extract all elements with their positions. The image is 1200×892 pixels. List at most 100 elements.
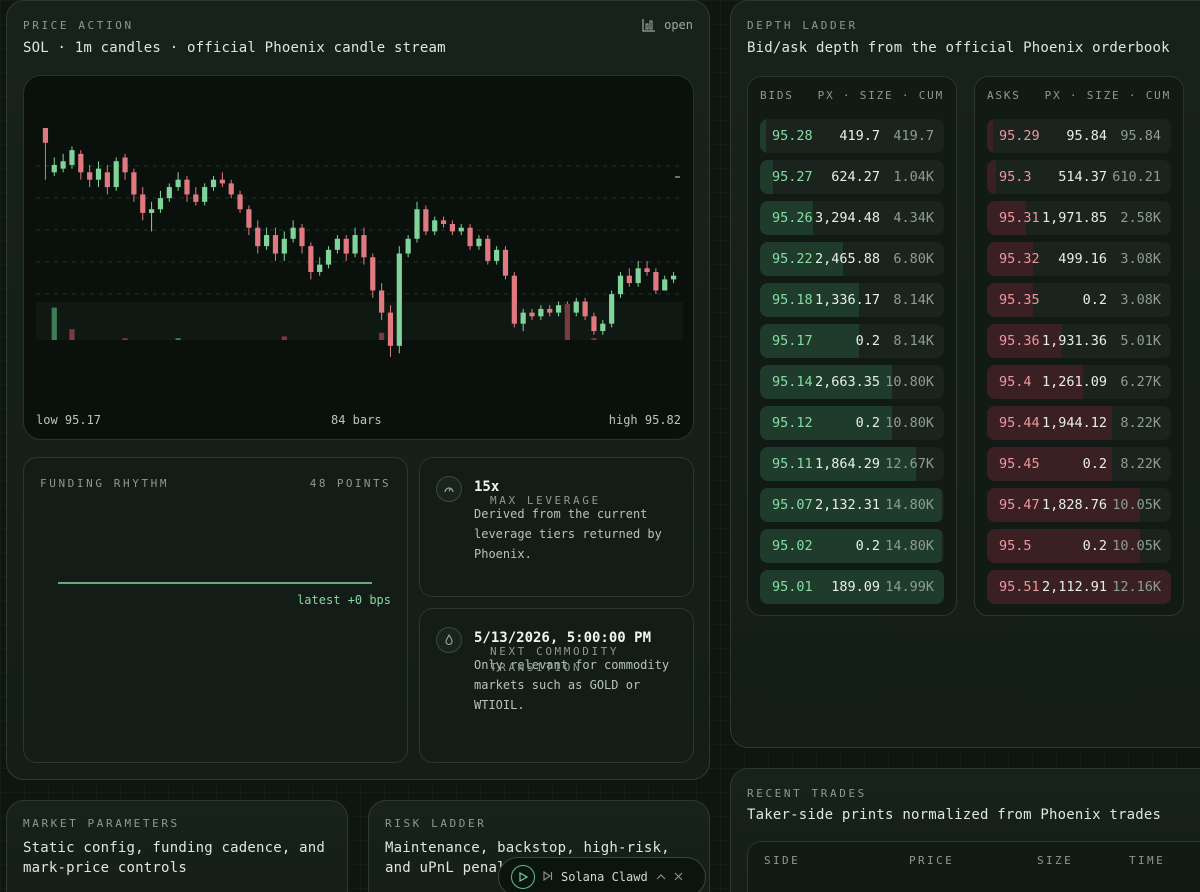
trades-eyebrow: RECENT TRADES xyxy=(747,787,867,800)
bid-cum: 4.34K xyxy=(893,210,934,226)
bid-price: 95.27 xyxy=(772,169,813,185)
recent-trades-panel: RECENT TRADES Taker-side prints normaliz… xyxy=(730,768,1200,892)
ask-size: 1,944.12 xyxy=(1041,415,1107,431)
ask-row[interactable]: 95.45 8.22K 0.2 xyxy=(987,447,1171,481)
candle xyxy=(396,246,402,354)
ask-price: 95.31 xyxy=(999,210,1040,226)
bids-header-label: BIDS xyxy=(760,89,794,102)
bid-size: 2,465.88 xyxy=(814,251,880,267)
next-track-icon[interactable] xyxy=(543,870,553,884)
candle xyxy=(228,179,234,199)
ask-row[interactable]: 95.29 95.84 95.84 xyxy=(987,119,1171,153)
bid-row[interactable]: 95.27 1.04K 624.27 xyxy=(760,160,944,194)
volume-bar xyxy=(122,338,128,340)
bid-row[interactable]: 95.26 4.34K 3,294.48 xyxy=(760,201,944,235)
ask-price: 95.4 xyxy=(999,374,1032,390)
bid-cum: 419.7 xyxy=(893,128,934,144)
candle xyxy=(166,183,172,202)
ask-price: 95.5 xyxy=(999,538,1032,554)
play-icon xyxy=(519,872,528,882)
bid-row[interactable]: 95.22 6.80K 2,465.88 xyxy=(760,242,944,276)
flame-icon xyxy=(436,627,462,653)
ask-price: 95.47 xyxy=(999,497,1040,513)
params-subtitle: Static config, funding cadence, and mark… xyxy=(23,840,326,876)
bid-depth-fill xyxy=(760,119,766,153)
risk-eyebrow: RISK LADDER xyxy=(385,817,487,830)
ask-cum: 95.84 xyxy=(1120,128,1161,144)
ask-row[interactable]: 95.47 10.05K 1,828.76 xyxy=(987,488,1171,522)
ask-size: 1,828.76 xyxy=(1041,497,1107,513)
ask-cum: 6.27K xyxy=(1120,374,1161,390)
ask-row[interactable]: 95.31 2.58K 1,971.85 xyxy=(987,201,1171,235)
volume-bar xyxy=(591,338,597,340)
candle xyxy=(87,164,93,188)
ask-cum: 10.05K xyxy=(1112,497,1161,513)
candle xyxy=(281,231,287,261)
bid-row[interactable]: 95.17 8.14K 0.2 xyxy=(760,324,944,358)
ask-row[interactable]: 95.35 3.08K 0.2 xyxy=(987,283,1171,317)
chevron-up-icon[interactable] xyxy=(656,871,666,884)
bid-row[interactable]: 95.11 12.67K 1,864.29 xyxy=(760,447,944,481)
player-title: Solana Clawd xyxy=(561,870,648,884)
bid-row[interactable]: 95.12 10.80K 0.2 xyxy=(760,406,944,440)
bid-size: 624.27 xyxy=(831,169,880,185)
candle xyxy=(184,176,190,202)
ask-size: 95.84 xyxy=(1066,128,1107,144)
candle xyxy=(432,216,438,236)
ask-size: 514.37 xyxy=(1058,169,1107,185)
play-button[interactable] xyxy=(511,865,535,889)
asks-rows: 95.29 95.84 95.84 95.3 610.21 514.37 95.31 2.58… xyxy=(987,119,1171,611)
ask-size: 2,112.91 xyxy=(1041,579,1107,595)
trades-subtitle: Taker-side prints normalized from Phoeni… xyxy=(747,807,1162,823)
candle xyxy=(246,205,252,236)
chart-bars-label: 84 bars xyxy=(331,413,382,427)
ask-cum: 8.22K xyxy=(1120,415,1161,431)
ask-cum: 10.05K xyxy=(1112,538,1161,554)
max-leverage-card: MAX LEVERAGE 15x Derived from the curren… xyxy=(419,457,694,597)
candle xyxy=(662,275,668,291)
ask-cum: 2.58K xyxy=(1120,210,1161,226)
bid-cum: 12.67K xyxy=(885,456,934,472)
close-icon[interactable] xyxy=(674,871,683,884)
candle xyxy=(511,272,517,328)
ask-size: 0.2 xyxy=(1082,292,1107,308)
bid-row[interactable]: 95.02 14.80K 0.2 xyxy=(760,529,944,563)
ask-row[interactable]: 95.44 8.22K 1,944.12 xyxy=(987,406,1171,440)
candle xyxy=(361,227,367,265)
bid-row[interactable]: 95.28 419.7 419.7 xyxy=(760,119,944,153)
candle xyxy=(617,272,624,298)
ask-row[interactable]: 95.3 610.21 514.37 xyxy=(987,160,1171,194)
candle xyxy=(467,224,473,250)
candle xyxy=(334,235,340,254)
price-action-panel: PRICE ACTION SOL · 1m candles · official… xyxy=(6,0,710,780)
candle-chart[interactable]: low 95.17 84 bars high 95.82 xyxy=(23,75,694,440)
ask-row[interactable]: 95.51 12.16K 2,112.91 xyxy=(987,570,1171,604)
candle xyxy=(449,220,455,236)
open-chart-button[interactable]: open xyxy=(642,18,693,32)
candle xyxy=(95,161,102,188)
depth-ladder-panel: DEPTH LADDER Bid/ask depth from the offi… xyxy=(730,0,1200,748)
bid-price: 95.11 xyxy=(772,456,813,472)
candle xyxy=(458,224,464,236)
bid-row[interactable]: 95.01 14.99K 189.09 xyxy=(760,570,944,604)
bid-cum: 14.99K xyxy=(885,579,934,595)
ask-size: 1,931.36 xyxy=(1041,333,1107,349)
bid-row[interactable]: 95.14 10.80K 2,663.35 xyxy=(760,365,944,399)
bid-row[interactable]: 95.18 8.14K 1,336.17 xyxy=(760,283,944,317)
ask-row[interactable]: 95.5 10.05K 0.2 xyxy=(987,529,1171,563)
bids-book: BIDS PX · SIZE · CUM 95.28 419.7 419.7 95.2… xyxy=(747,76,957,616)
bid-price: 95.18 xyxy=(772,292,813,308)
candle xyxy=(51,157,57,176)
ask-row[interactable]: 95.32 3.08K 499.16 xyxy=(987,242,1171,276)
volume-bar xyxy=(175,338,181,340)
bid-size: 189.09 xyxy=(831,579,880,595)
bids-header-columns: PX · SIZE · CUM xyxy=(817,89,944,102)
ask-row[interactable]: 95.4 6.27K 1,261.09 xyxy=(987,365,1171,399)
candle xyxy=(193,187,199,206)
volume-bar xyxy=(51,307,57,340)
bid-row[interactable]: 95.07 14.80K 2,132.31 xyxy=(760,488,944,522)
funding-eyebrow: FUNDING RHYTHM xyxy=(40,477,170,490)
ask-row[interactable]: 95.36 5.01K 1,931.36 xyxy=(987,324,1171,358)
col-time: TIME xyxy=(1129,854,1166,867)
bid-size: 2,132.31 xyxy=(814,497,880,513)
